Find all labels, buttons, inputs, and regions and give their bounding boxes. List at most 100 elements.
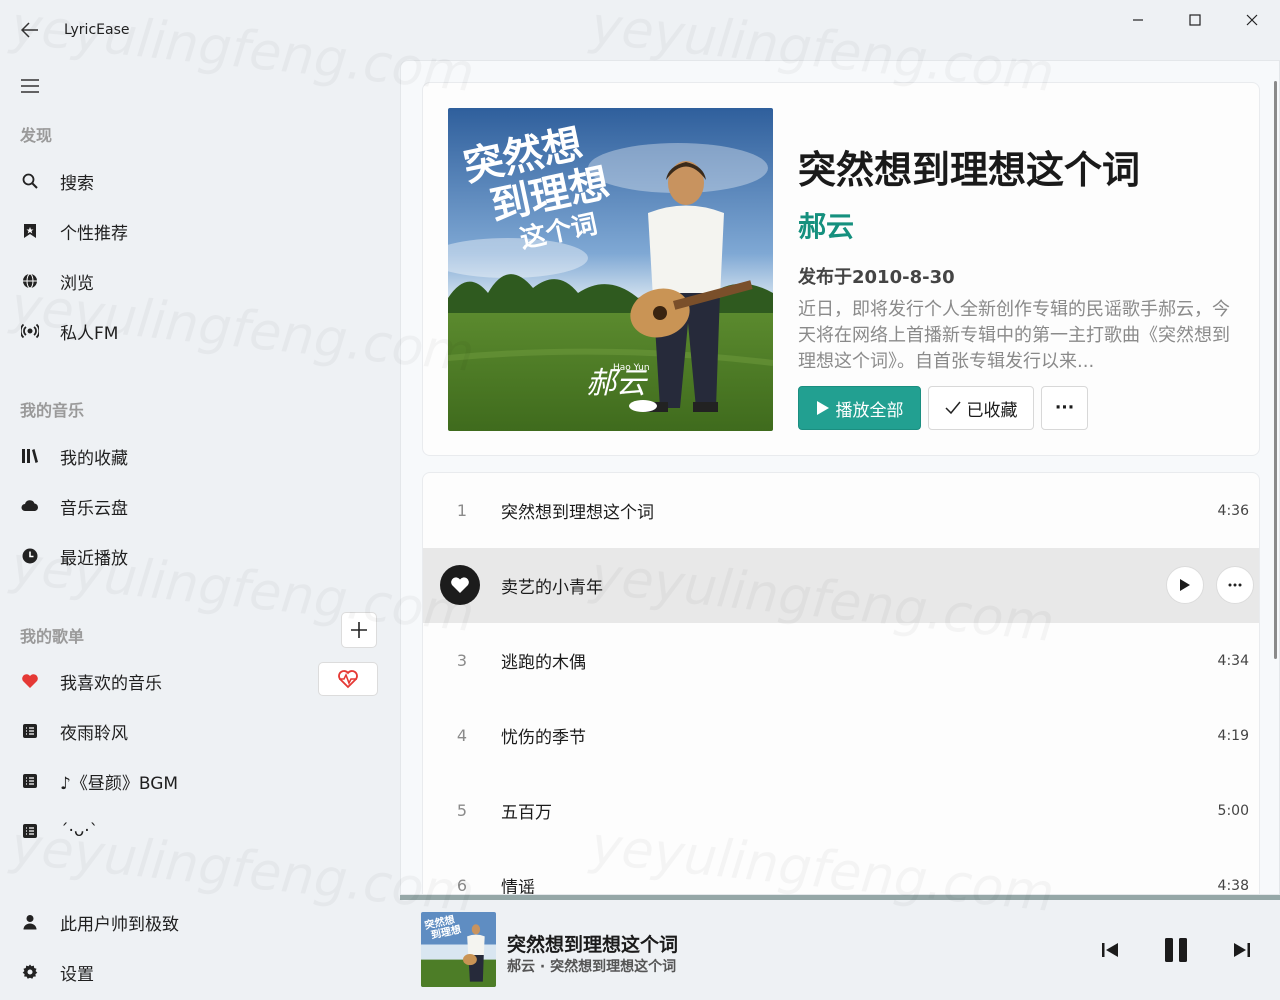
sidebar: 发现 搜索 个性推荐 浏览 私人FM 我的音乐 我的收藏 音乐云盘 最近播放 我…: [0, 60, 400, 1000]
nav-item-browse[interactable]: 浏览: [0, 259, 390, 303]
back-button[interactable]: [0, 0, 60, 60]
scrollbar[interactable]: [1274, 81, 1277, 659]
nav-label: 音乐云盘: [60, 498, 128, 519]
nav-item-fm[interactable]: 私人FM: [0, 309, 390, 353]
track-row[interactable]: 3 逃跑的木偶 4:34: [423, 623, 1259, 698]
list-icon: [0, 723, 60, 739]
maximize-button[interactable]: [1166, 0, 1223, 40]
track-duration: 4:34: [1217, 652, 1249, 669]
track-more-button[interactable]: [1216, 566, 1254, 604]
nav-item-playlist[interactable]: 夜雨聆风: [0, 709, 390, 753]
nav-label: ♪《昼颜》BGM: [60, 773, 179, 794]
album-page: 突然想 到理想 这个词 郝云 Hao Yun 突然想到理想这个词 郝云 发布于2…: [400, 60, 1280, 895]
album-title: 突然想到理想这个词: [798, 148, 1141, 192]
track-title: 卖艺的小青年: [501, 578, 603, 598]
more-options-button[interactable]: ···: [1041, 386, 1088, 430]
nav-label: 我的收藏: [60, 448, 128, 469]
now-playing-subtitle[interactable]: 郝云 · 突然想到理想这个词: [507, 956, 676, 976]
window-controls: [1109, 0, 1280, 40]
like-button[interactable]: [440, 565, 480, 605]
previous-button[interactable]: [1090, 930, 1130, 970]
pause-icon: [1165, 938, 1187, 962]
album-description[interactable]: 近日，即将发行个人全新创作专辑的民谣歌手郝云，今天将在网络上首播新专辑中的第一主…: [798, 297, 1238, 375]
track-duration: 4:19: [1217, 727, 1249, 744]
saved-button[interactable]: 已收藏: [928, 386, 1034, 430]
track-number: 3: [456, 651, 468, 670]
nav-label: 最近播放: [60, 548, 128, 569]
track-number: 6: [456, 876, 468, 895]
now-playing-cover[interactable]: 突然想 到理想: [421, 912, 496, 987]
nav-item-playlist[interactable]: ♪《昼颜》BGM: [0, 759, 390, 803]
more-icon: ···: [1054, 398, 1075, 418]
track-duration: 4:38: [1217, 877, 1249, 894]
track-row[interactable]: 1 突然想到理想这个词 4:36: [423, 473, 1259, 548]
section-my-music: 我的音乐: [20, 401, 85, 420]
hamburger-menu-button[interactable]: [10, 66, 50, 106]
track-number: 5: [456, 801, 468, 820]
nav-item-collection[interactable]: 我的收藏: [0, 434, 390, 478]
album-header-card: 突然想 到理想 这个词 郝云 Hao Yun 突然想到理想这个词 郝云 发布于2…: [422, 82, 1260, 456]
radio-icon: [0, 323, 60, 339]
track-play-button[interactable]: [1166, 566, 1204, 604]
clock-icon: [0, 548, 60, 564]
nav-label: 个性推荐: [60, 223, 128, 244]
track-row-hovered[interactable]: 2 卖艺的小青年: [423, 548, 1259, 623]
list-icon: [0, 773, 60, 789]
nav-label: 设置: [60, 964, 94, 985]
nav-label: 搜索: [60, 173, 94, 194]
player-bar: 突然想 到理想 突然想到理想这个词 郝云 · 突然想到理想这个词: [400, 900, 1280, 1000]
now-playing-title[interactable]: 突然想到理想这个词: [507, 930, 678, 957]
heart-icon: [0, 673, 60, 689]
nav-label: 浏览: [60, 273, 94, 294]
title-bar: LyricEase: [0, 0, 1280, 60]
nav-item-recommend[interactable]: 个性推荐: [0, 209, 390, 253]
nav-item-liked-music[interactable]: 我喜欢的音乐: [0, 659, 310, 703]
track-duration: 4:36: [1217, 502, 1249, 519]
album-artist-link[interactable]: 郝云: [798, 205, 854, 245]
pause-button[interactable]: [1156, 930, 1196, 970]
nav-label: ´·ᴗ·`: [60, 821, 99, 841]
nav-item-search[interactable]: 搜索: [0, 159, 390, 203]
minimize-button[interactable]: [1109, 0, 1166, 40]
track-row[interactable]: 4 忧伤的季节 4:19: [423, 698, 1259, 773]
nav-label: 此用户帅到极致: [60, 914, 179, 935]
hamburger-icon: [21, 79, 39, 93]
nav-item-account[interactable]: 此用户帅到极致: [0, 900, 390, 944]
play-all-button[interactable]: 播放全部: [798, 386, 921, 430]
more-icon: [1228, 583, 1242, 587]
heartbeat-mode-button[interactable]: [318, 662, 378, 696]
nav-item-playlist[interactable]: ´·ᴗ·`: [0, 809, 390, 853]
nav-item-cloud[interactable]: 音乐云盘: [0, 484, 390, 528]
globe-icon: [0, 273, 60, 289]
track-title: 逃跑的木偶: [501, 653, 586, 673]
next-button[interactable]: [1222, 930, 1262, 970]
user-icon: [0, 914, 60, 930]
track-number: 1: [456, 501, 468, 520]
heart-icon: [451, 577, 469, 593]
close-button[interactable]: [1223, 0, 1280, 40]
nav-label: 私人FM: [60, 323, 119, 344]
album-cover: 突然想 到理想 这个词 郝云 Hao Yun: [448, 108, 773, 431]
maximize-icon: [1188, 14, 1201, 26]
album-release-date: 发布于2010-8-30: [798, 267, 955, 288]
nav-item-settings[interactable]: 设置: [0, 950, 390, 994]
track-title: 突然想到理想这个词: [501, 503, 654, 523]
add-playlist-button[interactable]: [341, 612, 377, 648]
plus-icon: [351, 622, 367, 638]
previous-icon: [1102, 943, 1118, 957]
track-list: 1 突然想到理想这个词 4:36 2 卖艺的小青年 3 逃跑的木偶 4:34 4…: [422, 472, 1260, 895]
nav-item-recent[interactable]: 最近播放: [0, 534, 390, 578]
play-icon: [816, 401, 829, 415]
track-row[interactable]: 6 情谣 4:38: [423, 848, 1259, 895]
cover-pinyin: Hao Yun: [613, 363, 650, 373]
check-icon: [944, 401, 961, 415]
section-my-playlists: 我的歌单: [20, 627, 85, 646]
library-icon: [0, 448, 60, 464]
saved-label: 已收藏: [966, 400, 1018, 421]
gear-icon: [0, 964, 60, 980]
nav-label: 夜雨聆风: [60, 723, 128, 744]
play-all-label: 播放全部: [835, 400, 904, 421]
next-icon: [1234, 943, 1250, 957]
track-title: 情谣: [501, 878, 535, 895]
track-row[interactable]: 5 五百万 5:00: [423, 773, 1259, 848]
